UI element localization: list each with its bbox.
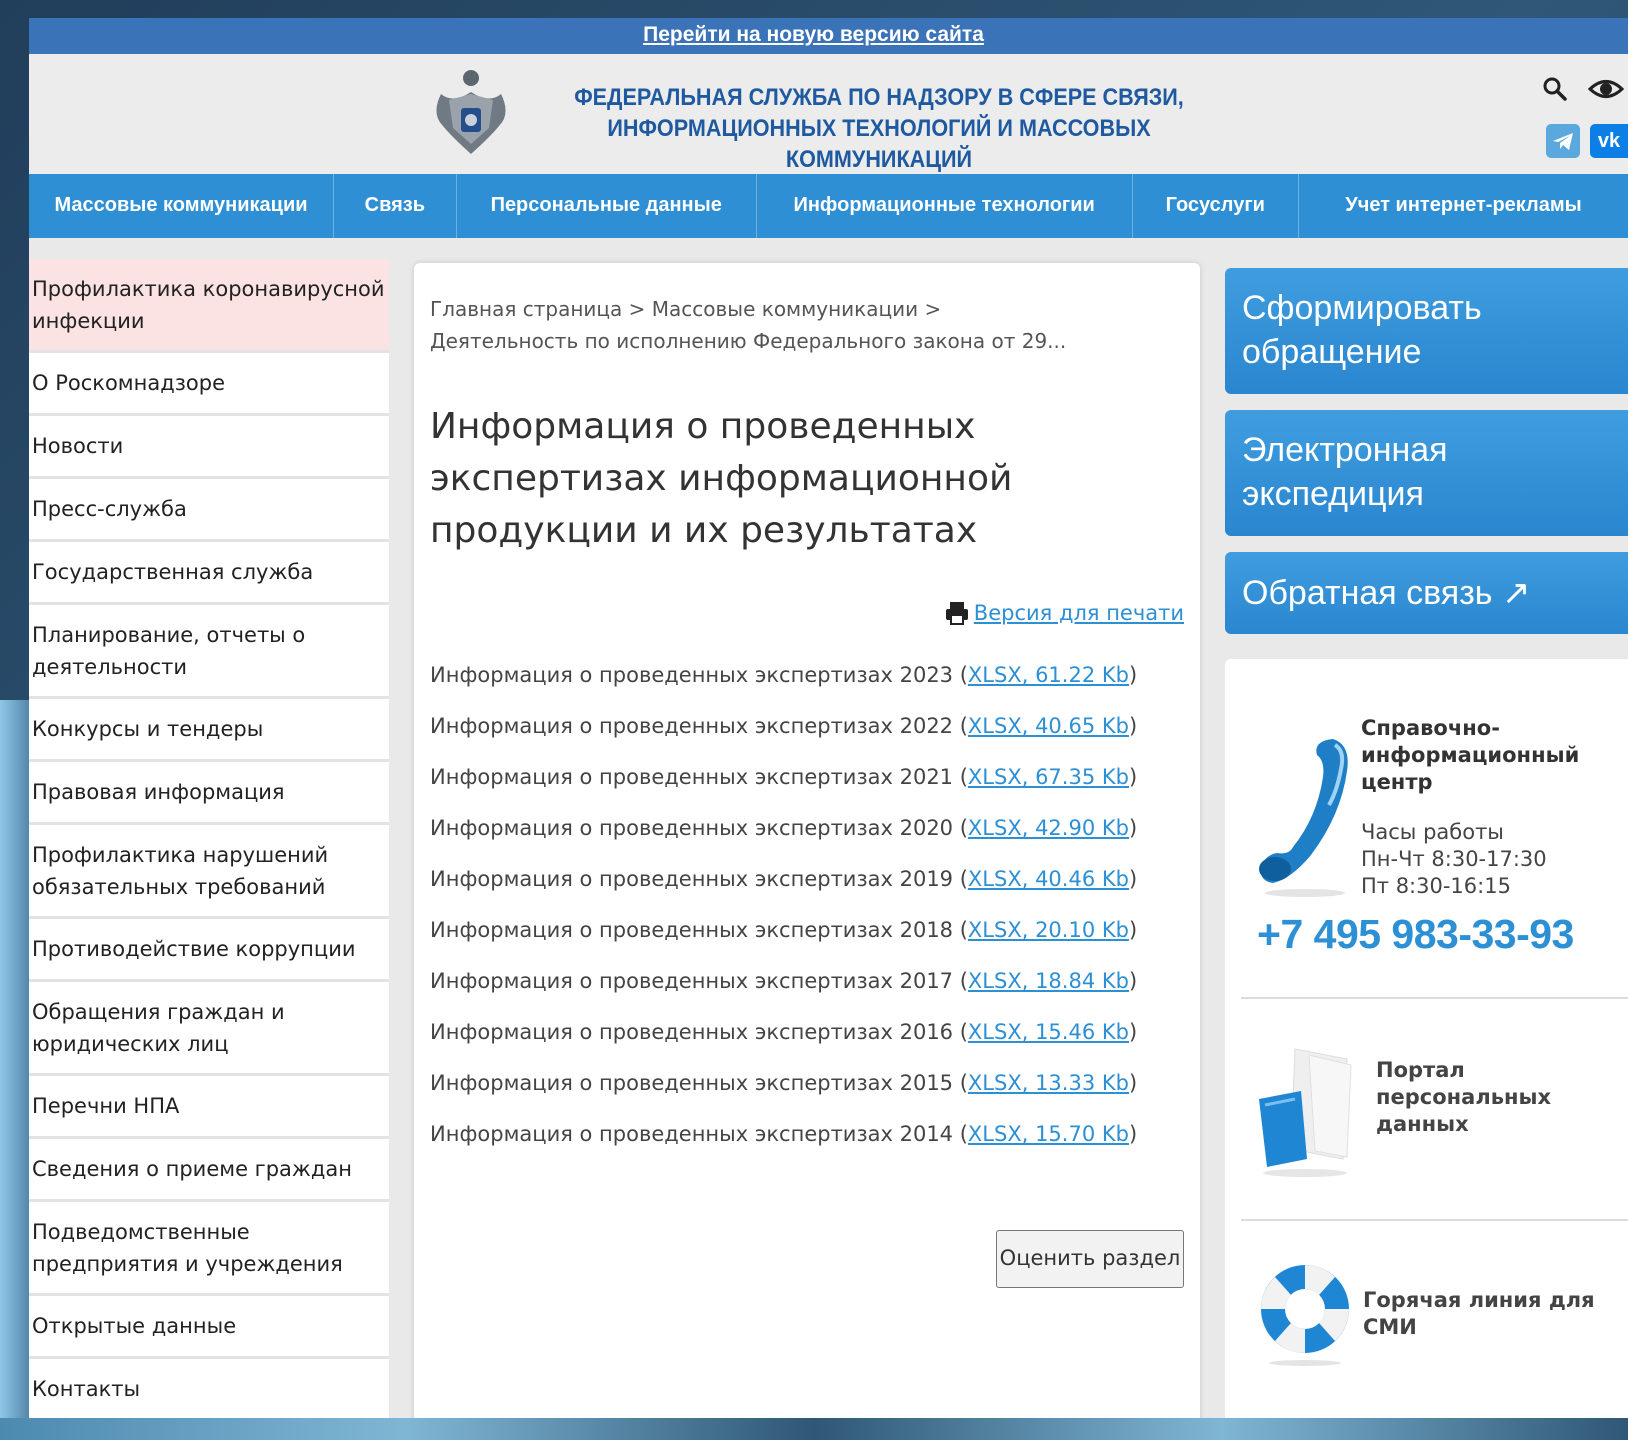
file-title: Информация о проведенных экспертизах 201…: [430, 1122, 954, 1146]
list-item: Информация о проведенных экспертизах 201…: [430, 867, 1138, 891]
file-download-link[interactable]: XLSX, 67.35 Kb: [968, 765, 1129, 789]
telephone-handset-icon: [1259, 739, 1348, 897]
file-download-link[interactable]: XLSX, 40.65 Kb: [968, 714, 1129, 738]
sidebar-item-legal[interactable]: Правовая информация: [29, 762, 389, 825]
sidebar-item-press[interactable]: Пресс-служба: [29, 479, 389, 542]
agency-title-line-2: ИНФОРМАЦИОННЫХ ТЕХНОЛОГИЙ И МАССОВЫХ КОМ…: [607, 115, 1151, 173]
breadcrumb: Главная страница > Массовые коммуникации…: [430, 293, 1170, 357]
rate-section-button[interactable]: Оценить раздел: [996, 1230, 1184, 1288]
file-title: Информация о проведенных экспертизах 202…: [430, 714, 954, 738]
sidebar-item-appeals[interactable]: Обращения граждан и юридических лиц: [29, 982, 389, 1076]
sidebar-item-tenders[interactable]: Конкурсы и тендеры: [29, 699, 389, 762]
coat-of-arms-icon: [436, 70, 506, 154]
file-download-link[interactable]: XLSX, 40.46 Kb: [968, 867, 1129, 891]
nav-mass-communications[interactable]: Массовые коммуникации: [29, 174, 335, 238]
breadcrumb-line-1[interactable]: Главная страница > Массовые коммуникации…: [430, 293, 1170, 325]
telegram-icon[interactable]: [1546, 124, 1580, 158]
printer-icon: [945, 602, 968, 625]
main-content: Главная страница > Массовые коммуникации…: [414, 263, 1200, 1418]
sidebar-item-civil-service[interactable]: Государственная служба: [29, 542, 389, 605]
list-item: Информация о проведенных экспертизах 201…: [430, 1020, 1138, 1044]
sidebar-item-prevention[interactable]: Профилактика нарушений обязательных треб…: [29, 825, 389, 919]
file-download-link[interactable]: XLSX, 20.10 Kb: [968, 918, 1129, 942]
agency-title: ФЕДЕРАЛЬНАЯ СЛУЖБА ПО НАДЗОРУ В СФЕРЕ СВ…: [537, 82, 1221, 175]
list-item: Информация о проведенных экспертизах 202…: [430, 663, 1138, 687]
lifebuoy-icon: [1261, 1265, 1349, 1366]
file-title: Информация о проведенных экспертизах 201…: [430, 1071, 954, 1095]
e-expedition-button[interactable]: Электронная экспедиция: [1225, 410, 1628, 536]
file-title: Информация о проведенных экспертизах 202…: [430, 765, 954, 789]
list-item: Информация о проведенных экспертизах 202…: [430, 714, 1138, 738]
sidebar: Профилактика коронавирусной инфекции О Р…: [29, 259, 389, 1418]
working-hours-weekdays: Пн-Чт 8:30-17:30: [1361, 847, 1547, 871]
phone-number[interactable]: +7 495 983-33-93: [1257, 909, 1574, 959]
file-title: Информация о проведенных экспертизах 202…: [430, 816, 954, 840]
list-item: Информация о проведенных экспертизах 202…: [430, 765, 1138, 789]
vk-icon[interactable]: vk: [1590, 124, 1628, 158]
feedback-button[interactable]: Обратная связь ↗: [1225, 552, 1628, 634]
list-item: Информация о проведенных экспертизах 202…: [430, 816, 1138, 840]
list-item: Информация о проведенных экспертизах 201…: [430, 1122, 1138, 1146]
file-download-link[interactable]: XLSX, 61.22 Kb: [968, 663, 1129, 687]
personal-data-portal-link[interactable]: Портал персональных данных: [1376, 1057, 1596, 1138]
file-download-link[interactable]: XLSX, 13.33 Kb: [968, 1071, 1129, 1095]
page-title: Информация о проведенных экспертизах инф…: [430, 406, 1013, 551]
agency-title-line-1: ФЕДЕРАЛЬНАЯ СЛУЖБА ПО НАДЗОРУ В СФЕРЕ СВ…: [574, 84, 1184, 111]
file-list: Информация о проведенных экспертизах 202…: [430, 658, 1190, 1168]
sidebar-item-news[interactable]: Новости: [29, 416, 389, 479]
sidebar-item-anticorruption[interactable]: Противодействие коррупции: [29, 919, 389, 982]
file-download-link[interactable]: XLSX, 18.84 Kb: [968, 969, 1129, 993]
sidebar-item-open-data[interactable]: Открытые данные: [29, 1296, 389, 1359]
file-title: Информация о проведенных экспертизах 202…: [430, 663, 954, 687]
print-link[interactable]: Версия для печати: [974, 601, 1184, 625]
list-item: Информация о проведенных экспертизах 201…: [430, 1071, 1138, 1095]
working-hours-friday: Пт 8:30-16:15: [1361, 874, 1511, 898]
nav-information-technologies[interactable]: Информационные технологии: [757, 174, 1133, 238]
main-nav: Массовые коммуникации Связь Персональные…: [29, 174, 1628, 238]
divider: [1241, 997, 1628, 999]
sidebar-item-coronavirus[interactable]: Профилактика коронавирусной инфекции: [29, 259, 389, 353]
working-hours: Часы работы Пн-Чт 8:30-17:30 Пт 8:30-16:…: [1361, 819, 1601, 900]
sidebar-item-subordinate[interactable]: Подведомственные предприятия и учреждени…: [29, 1202, 389, 1296]
file-download-link[interactable]: XLSX, 15.46 Kb: [968, 1020, 1129, 1044]
sidebar-item-contacts[interactable]: Контакты: [29, 1359, 389, 1418]
file-title: Информация о проведенных экспертизах 201…: [430, 867, 954, 891]
file-title: Информация о проведенных экспертизах 201…: [430, 969, 954, 993]
personal-data-portal-icon: [1259, 1048, 1352, 1177]
media-hotline-link[interactable]: Горячая линия для СМИ: [1363, 1287, 1623, 1341]
nav-public-services[interactable]: Госуслуги: [1133, 174, 1300, 238]
info-center-panel: Справочно-информационный центр Часы рабо…: [1225, 659, 1628, 1418]
file-download-link[interactable]: XLSX, 15.70 Kb: [968, 1122, 1129, 1146]
right-column: Сформировать обращение Электронная экспе…: [1225, 259, 1628, 1418]
file-title: Информация о проведенных экспертизах 201…: [430, 1020, 954, 1044]
browser-page: Перейти на новую версию сайта ФЕДЕРАЛЬНА…: [29, 18, 1628, 1418]
top-bar: Перейти на новую версию сайта: [29, 18, 1628, 54]
header-tools: vk: [1528, 68, 1628, 168]
new-version-link[interactable]: Перейти на новую версию сайта: [643, 18, 984, 52]
create-appeal-button[interactable]: Сформировать обращение: [1225, 268, 1628, 394]
file-download-link[interactable]: XLSX, 42.90 Kb: [968, 816, 1129, 840]
sidebar-item-about[interactable]: О Роскомнадзоре: [29, 353, 389, 416]
list-item: Информация о проведенных экспертизах 201…: [430, 918, 1138, 942]
sidebar-item-planning[interactable]: Планирование, отчеты о деятельности: [29, 605, 389, 699]
divider: [1241, 1219, 1628, 1221]
nav-communications[interactable]: Связь: [334, 174, 457, 238]
info-center-title: Справочно-информационный центр: [1361, 716, 1580, 794]
nav-personal-data[interactable]: Персональные данные: [457, 174, 757, 238]
sidebar-item-reception[interactable]: Сведения о приеме граждан: [29, 1139, 389, 1202]
sidebar-item-npa[interactable]: Перечни НПА: [29, 1076, 389, 1139]
nav-internet-advertising[interactable]: Учет интернет-рекламы: [1299, 174, 1628, 238]
list-item: Информация о проведенных экспертизах 201…: [430, 969, 1138, 993]
file-title: Информация о проведенных экспертизах 201…: [430, 918, 954, 942]
site-header: ФЕДЕРАЛЬНАЯ СЛУЖБА ПО НАДЗОРУ В СФЕРЕ СВ…: [29, 54, 1628, 174]
working-hours-label: Часы работы: [1361, 820, 1504, 844]
accessibility-eye-icon[interactable]: [1588, 74, 1624, 104]
search-icon[interactable]: [1540, 74, 1570, 104]
breadcrumb-line-2[interactable]: Деятельность по исполнению Федерального …: [430, 325, 1170, 357]
print-version[interactable]: Версия для печати: [944, 597, 1184, 629]
background-strip: [0, 1418, 1628, 1440]
